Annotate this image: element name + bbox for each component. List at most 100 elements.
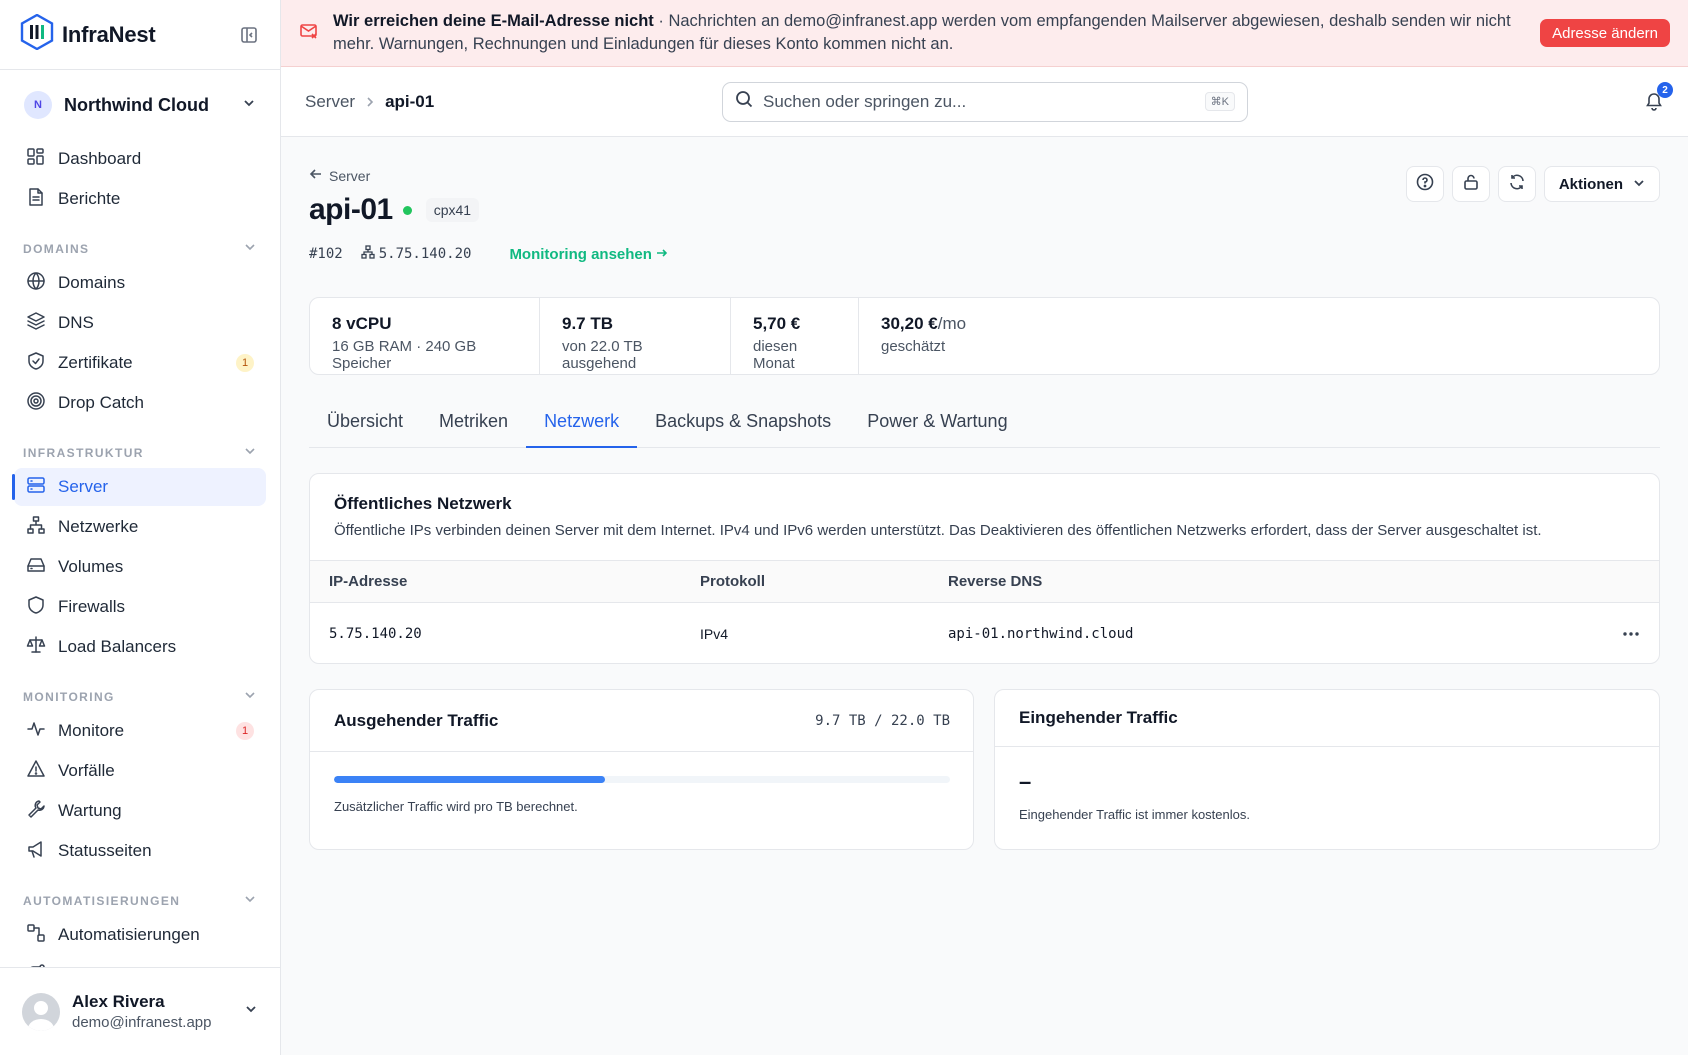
sidebar-item-automatisierungen[interactable]: Automatisierungen	[14, 916, 266, 954]
sidebar-item-dns[interactable]: DNS	[14, 304, 266, 342]
sidebar-item-label: Berichte	[58, 189, 121, 208]
more-icon[interactable]	[1611, 632, 1651, 636]
tab-uebersicht[interactable]: Übersicht	[309, 405, 421, 448]
breadcrumb-parent[interactable]: Server	[305, 92, 355, 112]
sidebar-item-drop-catch[interactable]: Drop Catch	[14, 384, 266, 422]
sidebar-item-netzwerke[interactable]: Netzwerke	[14, 508, 266, 546]
stat-item: 9.7 TB von 22.0 TB ausgehend	[540, 298, 731, 374]
actions-dropdown[interactable]: Aktionen	[1543, 166, 1660, 202]
megaphone-icon	[26, 839, 46, 864]
chevron-down-icon	[244, 893, 256, 908]
stat-value: 5,70 €	[753, 314, 801, 333]
nav-section-automatisierungen[interactable]: AUTOMATISIERUNGEN	[14, 876, 266, 916]
server-ip[interactable]: 5.75.140.20	[361, 245, 471, 263]
sidebar-item-label: Zertifikate	[58, 353, 133, 372]
sidebar-item-firewalls[interactable]: Firewalls	[14, 588, 266, 626]
monitoring-link-label: Monitoring ansehen	[509, 245, 652, 263]
wrench-icon	[26, 799, 46, 824]
chevron-down-icon	[244, 445, 256, 460]
unlock-icon	[1462, 173, 1480, 196]
sidebar-item-label: Volumes	[58, 557, 124, 576]
hard-drive-icon	[26, 555, 46, 580]
sidebar-item-statusseiten[interactable]: Statusseiten	[14, 832, 266, 870]
help-button[interactable]	[1405, 166, 1444, 202]
sidebar-item-domains[interactable]: Domains	[14, 264, 266, 302]
arrow-right-icon	[656, 246, 668, 263]
column-protocol: Protokoll	[700, 573, 766, 590]
card-title: Ausgehender Traffic	[334, 710, 499, 730]
traffic-value: –	[1019, 769, 1032, 794]
chevron-down-icon	[244, 689, 256, 704]
org-name: Northwind Cloud	[64, 94, 209, 115]
stat-value: 8 vCPU	[332, 314, 392, 333]
monitoring-link[interactable]: Monitoring ansehen	[509, 246, 668, 263]
org-switcher[interactable]: N Northwind Cloud	[0, 70, 280, 140]
tab-backups-snapshots[interactable]: Backups & Snapshots	[637, 405, 849, 448]
back-link[interactable]: Server	[309, 167, 370, 184]
stat-item: 5,70 € diesen Monat	[731, 298, 859, 374]
sidebar-item-monitore[interactable]: Monitore 1	[14, 712, 266, 750]
stat-label: 16 GB RAM · 240 GB Speicher	[332, 338, 477, 372]
workflow-icon	[26, 923, 46, 948]
back-link-label: Server	[329, 167, 371, 184]
nav-section-title: AUTOMATISIERUNGEN	[23, 894, 181, 908]
column-rdns: Reverse DNS	[948, 573, 1043, 590]
count-badge: 1	[236, 722, 254, 740]
sidebar-item-volumes[interactable]: Volumes	[14, 548, 266, 586]
sidebar-item-dashboard[interactable]: Dashboard	[14, 140, 266, 178]
sidebar-item-dynamische-ips[interactable]: Dynamische IPs	[14, 956, 266, 967]
sidebar-item-berichte[interactable]: Berichte	[14, 180, 266, 218]
tab-bar: Übersicht Metriken Netzwerk Backups & Snaps…	[309, 405, 1660, 448]
email-warning-banner: Wir erreichen deine E-Mail-Adresse nicht…	[281, 0, 1688, 67]
sidebar-item-label: Dynamische IPs	[58, 965, 254, 967]
sidebar: InfraNest N Northwind Cloud Dashboard Ber…	[0, 0, 281, 1055]
route-icon	[26, 963, 46, 967]
card-title: Eingehender Traffic	[1019, 708, 1178, 727]
sidebar-item-zertifikate[interactable]: Zertifikate 1	[14, 344, 266, 382]
layers-icon	[26, 311, 46, 336]
search-input[interactable]: Suchen oder springen zu... ⌘K	[722, 81, 1248, 122]
card-title: Öffentliches Netzwerk	[334, 494, 512, 513]
topbar: Server api-01 Suchen oder springen zu...…	[281, 67, 1688, 137]
sidebar-item-server[interactable]: Server	[12, 468, 266, 506]
search-shortcut: ⌘K	[1204, 92, 1235, 111]
stat-value: 9.7 TB	[562, 314, 614, 333]
activity-icon	[26, 719, 46, 744]
tab-netzwerk[interactable]: Netzwerk	[526, 405, 638, 448]
nav-section-domains[interactable]: DOMAINS	[14, 224, 266, 264]
protocol-cell: IPv4	[700, 626, 729, 642]
arrow-left-icon	[309, 167, 323, 184]
bell-icon	[1644, 93, 1664, 115]
sidebar-item-label: Dashboard	[58, 149, 142, 168]
banner-title: Wir erreichen deine E-Mail-Adresse nicht	[333, 12, 654, 30]
tab-metriken[interactable]: Metriken	[421, 405, 526, 448]
sidebar-item-vorfaelle[interactable]: Vorfälle	[14, 752, 266, 790]
tab-power-wartung[interactable]: Power & Wartung	[849, 405, 1025, 448]
mail-x-icon	[299, 21, 319, 46]
notifications-button[interactable]: 2	[1644, 82, 1673, 116]
lock-button[interactable]	[1451, 166, 1490, 202]
brand[interactable]: InfraNest	[20, 13, 156, 55]
globe-icon	[26, 271, 46, 296]
search-icon	[735, 90, 753, 113]
nav-section-infrastruktur[interactable]: INFRASTRUKTUR	[14, 428, 266, 468]
collapse-sidebar-icon[interactable]	[238, 24, 260, 46]
shield-icon	[26, 595, 46, 620]
sidebar-item-wartung[interactable]: Wartung	[14, 792, 266, 830]
network-icon	[26, 515, 46, 540]
user-menu[interactable]: Alex Rivera demo@infranest.app	[0, 967, 280, 1055]
org-avatar: N	[24, 91, 52, 119]
public-network-card: Öffentliches Netzwerk Öffentliche IPs ve…	[309, 473, 1660, 664]
sidebar-item-load-balancers[interactable]: Load Balancers	[14, 628, 266, 666]
refresh-button[interactable]	[1497, 166, 1536, 202]
shield-check-icon	[26, 351, 46, 376]
card-description: Öffentliche IPs verbinden deinen Server …	[334, 522, 1542, 539]
logo-icon	[20, 13, 54, 55]
stat-unit: /mo	[937, 314, 967, 333]
sidebar-item-label: Monitore	[58, 721, 125, 740]
change-address-button[interactable]: Adresse ändern	[1540, 19, 1670, 47]
nav-section-monitoring[interactable]: MONITORING	[14, 672, 266, 712]
alert-triangle-icon	[26, 759, 46, 784]
stat-label: von 22.0 TB ausgehend	[562, 338, 643, 372]
server-id: #102	[309, 246, 343, 262]
